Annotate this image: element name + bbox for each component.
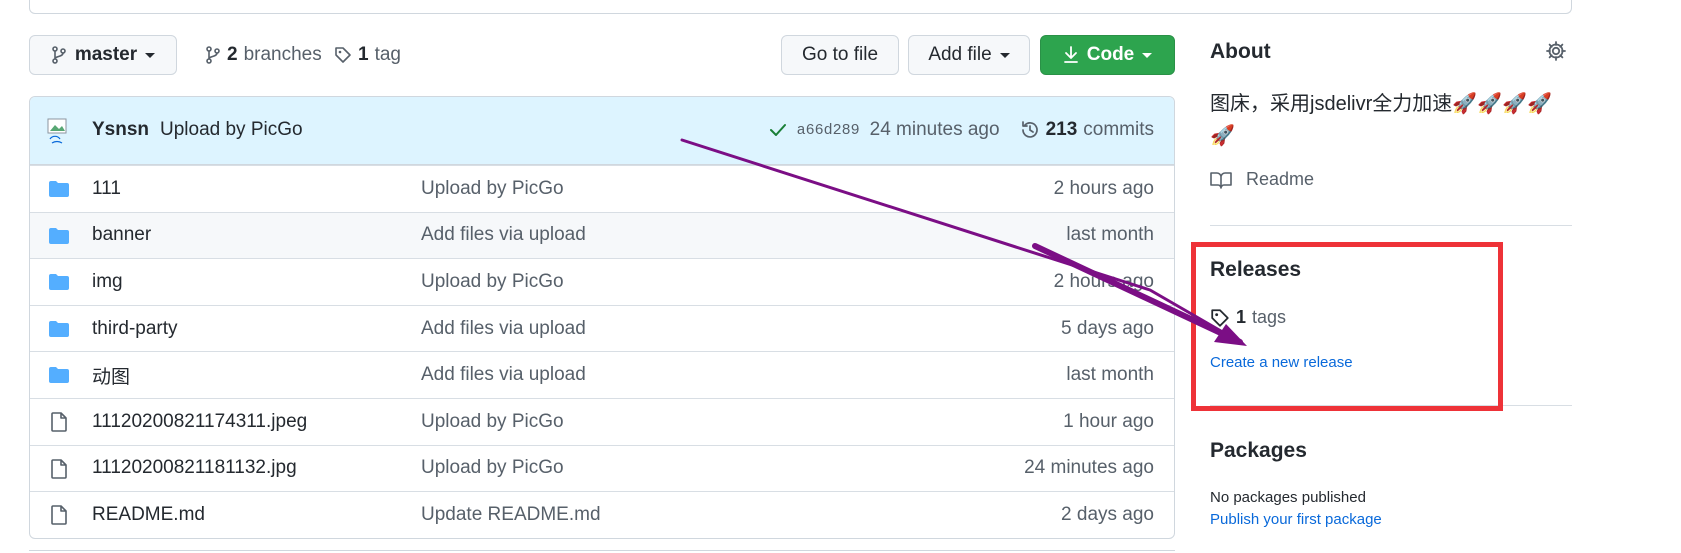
commit-message[interactable]: Upload by PicGo [160,119,303,141]
commit-author[interactable]: Ysnsn [92,119,149,141]
commits-history-link[interactable]: 213 commits [1020,119,1154,141]
check-icon [769,124,786,136]
chevron-down-icon [145,52,156,58]
tags-label: tag [374,44,401,65]
branches-label: branches [243,44,322,65]
file-row[interactable]: 动图 Add files via upload last month [30,351,1174,398]
code-label: Code [1086,44,1135,65]
file-icon [51,505,67,525]
file-age: 2 days ago [1061,503,1154,525]
go-to-file-label: Go to file [801,44,879,65]
file-name[interactable]: 11120200821181132.jpg [92,457,297,479]
file-age: 1 hour ago [1063,410,1154,432]
no-packages-text: No packages published [1210,489,1366,506]
branch-name: master [74,44,138,65]
file-age: 2 hours ago [1053,270,1154,292]
book-icon [1210,171,1232,189]
file-commit-message[interactable]: Add files via upload [421,224,586,246]
go-to-file-button[interactable]: Go to file [781,35,899,75]
commit-time: 24 minutes ago [869,119,1000,140]
tag-icon [335,47,351,63]
commit-sha[interactable]: a66d289 [797,122,860,139]
about-title: About [1210,40,1271,63]
file-row[interactable]: 111 Upload by PicGo 2 hours ago [30,165,1174,212]
sidebar-divider [1210,225,1572,226]
add-file-button[interactable]: Add file [908,35,1030,75]
file-age: last month [1066,364,1154,386]
file-row[interactable]: README.md Update README.md 2 days ago [30,491,1174,538]
file-commit-message[interactable]: Upload by PicGo [421,457,564,479]
chevron-down-icon [999,52,1010,58]
previous-panel-edge [29,0,1572,14]
tags-link[interactable]: 1 tag [334,44,401,66]
file-commit-message[interactable]: Upload by PicGo [421,271,564,293]
download-icon [1063,46,1078,63]
branches-link[interactable]: 2 branches [205,44,322,66]
branch-select-button[interactable]: master [29,35,177,75]
folder-icon [49,227,69,244]
about-description: 图床，采用jsdelivr全力加速🚀🚀🚀🚀🚀 [1210,93,1552,147]
file-commit-message[interactable]: Add files via upload [421,318,586,340]
publish-package-link[interactable]: Publish your first package [1210,511,1382,528]
commit-meta: a66d289 24 minutes ago 213 commits [769,119,1154,141]
file-commit-message[interactable]: Update README.md [421,504,601,526]
commits-count: 213 [1045,119,1078,140]
folder-icon [49,181,69,197]
history-icon [1021,121,1038,138]
highlight-box [1191,242,1503,411]
file-icon [51,458,67,479]
file-name[interactable]: img [92,271,123,293]
file-name[interactable]: 动图 [92,362,130,389]
folder-icon [49,320,69,337]
file-name[interactable]: 111 [92,178,121,200]
file-name[interactable]: 11120200821174311.jpeg [92,411,307,433]
file-name[interactable]: third-party [92,318,178,340]
file-row[interactable]: 11120200821174311.jpeg Upload by PicGo 1… [30,397,1174,445]
file-row[interactable]: 11120200821181132.jpg Upload by PicGo 24… [30,444,1174,492]
latest-commit-bar: Ysnsn Upload by PicGo a66d289 24 minutes… [30,97,1174,165]
git-branch-icon [52,46,66,64]
file-name[interactable]: banner [92,224,151,246]
chevron-down-icon [1142,52,1153,58]
file-age: 24 minutes ago [1024,457,1154,479]
file-commit-message[interactable]: Upload by PicGo [421,178,564,200]
file-browser: Ysnsn Upload by PicGo a66d289 24 minutes… [29,96,1175,539]
tags-count: 1 [358,44,369,65]
branches-count: 2 [227,44,238,65]
readme-label: Readme [1246,169,1315,189]
code-button[interactable]: Code [1040,35,1175,75]
file-row[interactable]: third-party Add files via upload 5 days … [30,304,1174,352]
file-commit-message[interactable]: Upload by PicGo [421,411,564,433]
gear-icon[interactable] [1545,40,1567,62]
commits-label: commits [1083,119,1154,140]
folder-icon [49,367,69,384]
file-commit-message[interactable]: Add files via upload [421,364,586,386]
file-icon [51,412,67,432]
folder-icon [49,274,69,291]
readme-link[interactable]: Readme [1210,169,1314,190]
file-age: 2 hours ago [1053,177,1154,199]
readme-panel-edge [29,550,1175,551]
packages-title[interactable]: Packages [1210,439,1307,463]
file-row[interactable]: banner Add files via upload last month [30,211,1174,259]
git-branch-icon [206,46,220,64]
file-name[interactable]: README.md [92,504,205,526]
add-file-label: Add file [928,44,992,65]
file-age: last month [1066,224,1154,246]
file-age: 5 days ago [1061,317,1154,339]
file-row[interactable]: img Upload by PicGo 2 hours ago [30,258,1174,305]
avatar[interactable] [46,117,74,145]
